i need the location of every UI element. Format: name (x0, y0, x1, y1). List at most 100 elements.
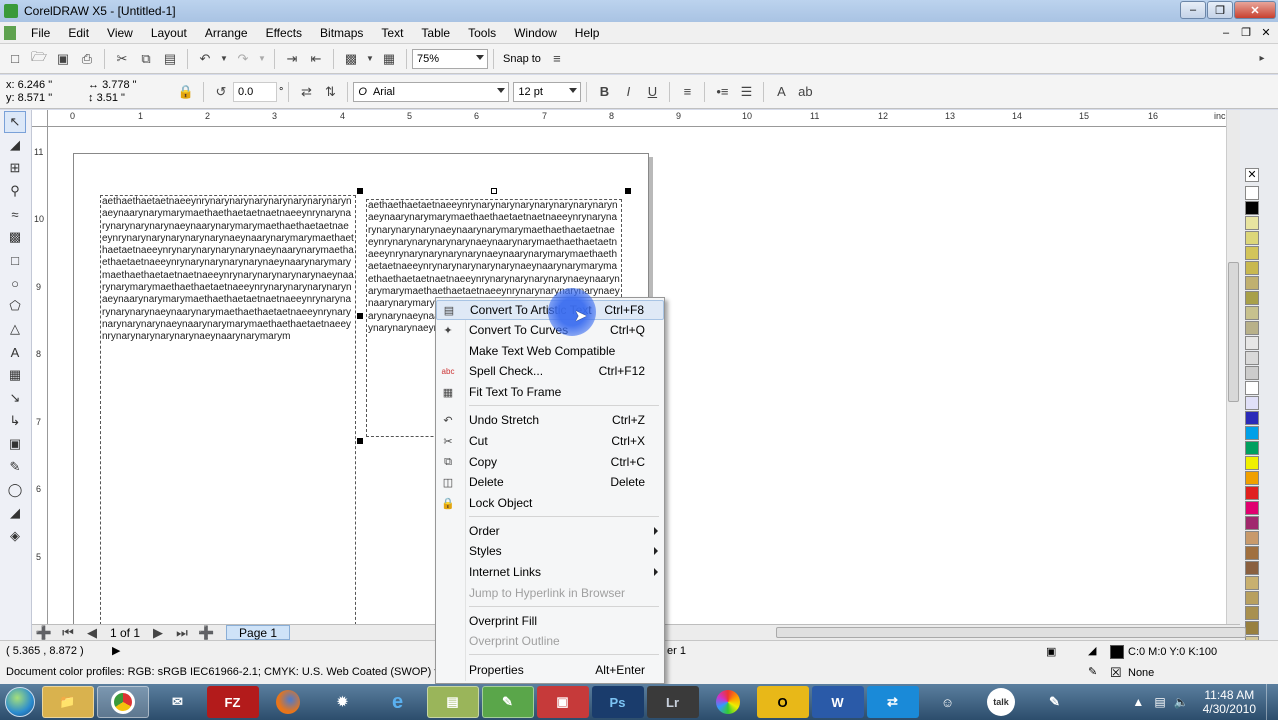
color-swatch[interactable] (1245, 321, 1259, 335)
menu-copy[interactable]: ⧉ Copy Ctrl+C (436, 452, 664, 472)
doc-minimize-button[interactable]: – (1218, 26, 1234, 40)
selection-handle[interactable] (357, 188, 363, 194)
coreldraw-app-icon[interactable] (4, 4, 18, 18)
color-swatch[interactable] (1245, 531, 1259, 545)
font-list-select[interactable]: O Arial (353, 81, 510, 102)
new-document-icon[interactable]: □ (6, 50, 24, 68)
x-position-field[interactable]: x: 6.246 " (6, 79, 88, 92)
drop-cap-icon[interactable]: ☰ (737, 83, 755, 101)
horizontal-scrollbar[interactable] (776, 627, 1246, 638)
internet-explorer-task-icon[interactable]: e (372, 686, 424, 718)
gimp-task-icon[interactable]: ✎ (1029, 686, 1081, 718)
paragraph-text-frame-left[interactable]: aethaethaetaetnaeeynrynarynarynarynaryna… (100, 195, 356, 624)
menu-view[interactable]: View (98, 26, 142, 40)
menu-cut[interactable]: ✂ Cut Ctrl+X (436, 431, 664, 451)
menu-undo-stretch[interactable]: ↶ Undo Stretch Ctrl+Z (436, 410, 664, 430)
freehand-tool-icon[interactable]: ≈ (4, 203, 26, 225)
menu-window[interactable]: Window (505, 26, 566, 40)
selection-handle[interactable] (491, 188, 497, 194)
rotation-angle-field[interactable]: 0.0 (233, 81, 277, 102)
menu-fit-text-to-frame[interactable]: ▦ Fit Text To Frame (436, 382, 664, 402)
crop-tool-icon[interactable]: ⊞ (4, 157, 26, 179)
bold-icon[interactable]: B (595, 83, 613, 101)
restore-button[interactable]: ❐ (1207, 1, 1233, 19)
lightroom-task-icon[interactable]: Lr (646, 686, 699, 718)
notepad-task-icon[interactable]: ▤ (426, 686, 479, 718)
chrome-task-icon[interactable] (96, 686, 149, 718)
zoom-tool-icon[interactable]: ⚲ (4, 180, 26, 202)
basic-shapes-tool-icon[interactable]: △ (4, 318, 26, 340)
undo-icon[interactable]: ↶ (196, 50, 214, 68)
menu-help[interactable]: Help (566, 26, 609, 40)
close-button[interactable]: ✕ (1234, 1, 1276, 19)
selection-handle[interactable] (357, 313, 363, 319)
menu-properties[interactable]: Properties Alt+Enter (436, 660, 664, 680)
font-size-select[interactable]: 12 pt (513, 81, 582, 102)
color-swatch[interactable] (1245, 186, 1259, 200)
table-tool-icon[interactable]: ▦ (4, 364, 26, 386)
no-outline-icon[interactable]: ☒ (1110, 665, 1122, 681)
minimize-button[interactable]: – (1180, 1, 1206, 19)
launcher-dropdown-icon[interactable]: ▼ (366, 50, 374, 68)
color-profiles-text[interactable]: Document color profiles: RGB: sRGB IEC61… (6, 666, 436, 678)
color-swatch[interactable] (1245, 336, 1259, 350)
scrollbar-thumb[interactable] (1228, 262, 1239, 402)
safari-task-icon[interactable]: ✹ (317, 686, 369, 718)
coreldraw-task-icon[interactable]: ✎ (481, 686, 534, 718)
volume-icon[interactable]: 🔈 (1174, 695, 1189, 709)
rotation-icon[interactable]: ↺ (212, 83, 230, 101)
application-launcher-icon[interactable]: ▩ (342, 50, 360, 68)
color-swatch[interactable] (1245, 231, 1259, 245)
google-talk-task-icon[interactable]: talk (987, 688, 1015, 716)
start-button[interactable] (0, 684, 40, 720)
color-swatch[interactable] (1245, 456, 1259, 470)
clock[interactable]: 11:48 AM 4/30/2010 (1193, 688, 1266, 716)
menu-jump-to-hyperlink[interactable]: Jump to Hyperlink in Browser (436, 583, 664, 603)
menu-delete[interactable]: ◫ Delete Delete (436, 472, 664, 492)
fill-tool-icon[interactable]: ◢ (4, 502, 26, 524)
thunderbird-task-icon[interactable]: ✉ (152, 686, 204, 718)
color-swatch[interactable] (1245, 561, 1259, 575)
color-swatch[interactable] (1245, 246, 1259, 260)
eyedropper-tool-icon[interactable]: ✎ (4, 456, 26, 478)
network-icon[interactable]: ▤ (1154, 695, 1165, 709)
menu-make-text-web-compatible[interactable]: Make Text Web Compatible (436, 341, 664, 361)
add-page-after-icon[interactable]: ➕ (197, 624, 215, 642)
menu-internet-links[interactable]: Internet Links (436, 562, 664, 582)
open-folder-icon[interactable]: 🗁 (30, 49, 48, 68)
color-swatch[interactable] (1245, 291, 1259, 305)
export-icon[interactable]: ⇤ (307, 50, 325, 68)
explorer-task-icon[interactable]: 📁 (41, 686, 94, 718)
first-page-icon[interactable]: ⏮ (59, 624, 77, 642)
play-arrow-icon[interactable]: ▶ (112, 644, 120, 657)
color-swatch[interactable] (1245, 486, 1259, 500)
color-swatch[interactable] (1245, 216, 1259, 230)
mirror-horizontal-icon[interactable]: ⇄ (297, 83, 315, 101)
pick-tool-icon[interactable]: ↖ (4, 111, 26, 133)
outlook-task-icon[interactable]: O (756, 686, 809, 718)
smart-fill-tool-icon[interactable]: ▩ (4, 226, 26, 248)
redo-dropdown-icon[interactable]: ▼ (258, 50, 266, 68)
menu-text[interactable]: Text (372, 26, 412, 40)
menu-layout[interactable]: Layout (142, 26, 196, 40)
character-formatting-icon[interactable]: A (772, 83, 790, 101)
lock-ratio-icon[interactable]: 🔒 (177, 83, 195, 101)
menu-styles[interactable]: Styles (436, 541, 664, 561)
menu-spell-check[interactable]: abc Spell Check... Ctrl+F12 (436, 361, 664, 381)
color-swatch[interactable] (1245, 201, 1259, 215)
edit-text-icon[interactable]: ab (796, 83, 814, 101)
color-swatch[interactable] (1245, 276, 1259, 290)
mirror-vertical-icon[interactable]: ⇅ (321, 83, 339, 101)
document-icon[interactable] (4, 25, 16, 40)
save-icon[interactable]: ▣ (54, 50, 72, 68)
photo-viewer-task-icon[interactable]: ▣ (536, 686, 589, 718)
menu-bitmaps[interactable]: Bitmaps (311, 26, 372, 40)
undo-dropdown-icon[interactable]: ▼ (220, 50, 228, 68)
text-tool-icon[interactable]: A (4, 341, 26, 363)
color-swatch[interactable] (1245, 381, 1259, 395)
last-page-icon[interactable]: ⏭ (173, 624, 191, 642)
color-swatch[interactable] (1245, 576, 1259, 590)
selection-handle[interactable] (625, 188, 631, 194)
height-field[interactable]: ↕ 3.51 " (88, 92, 174, 105)
bullet-list-icon[interactable]: •≡ (713, 83, 731, 101)
